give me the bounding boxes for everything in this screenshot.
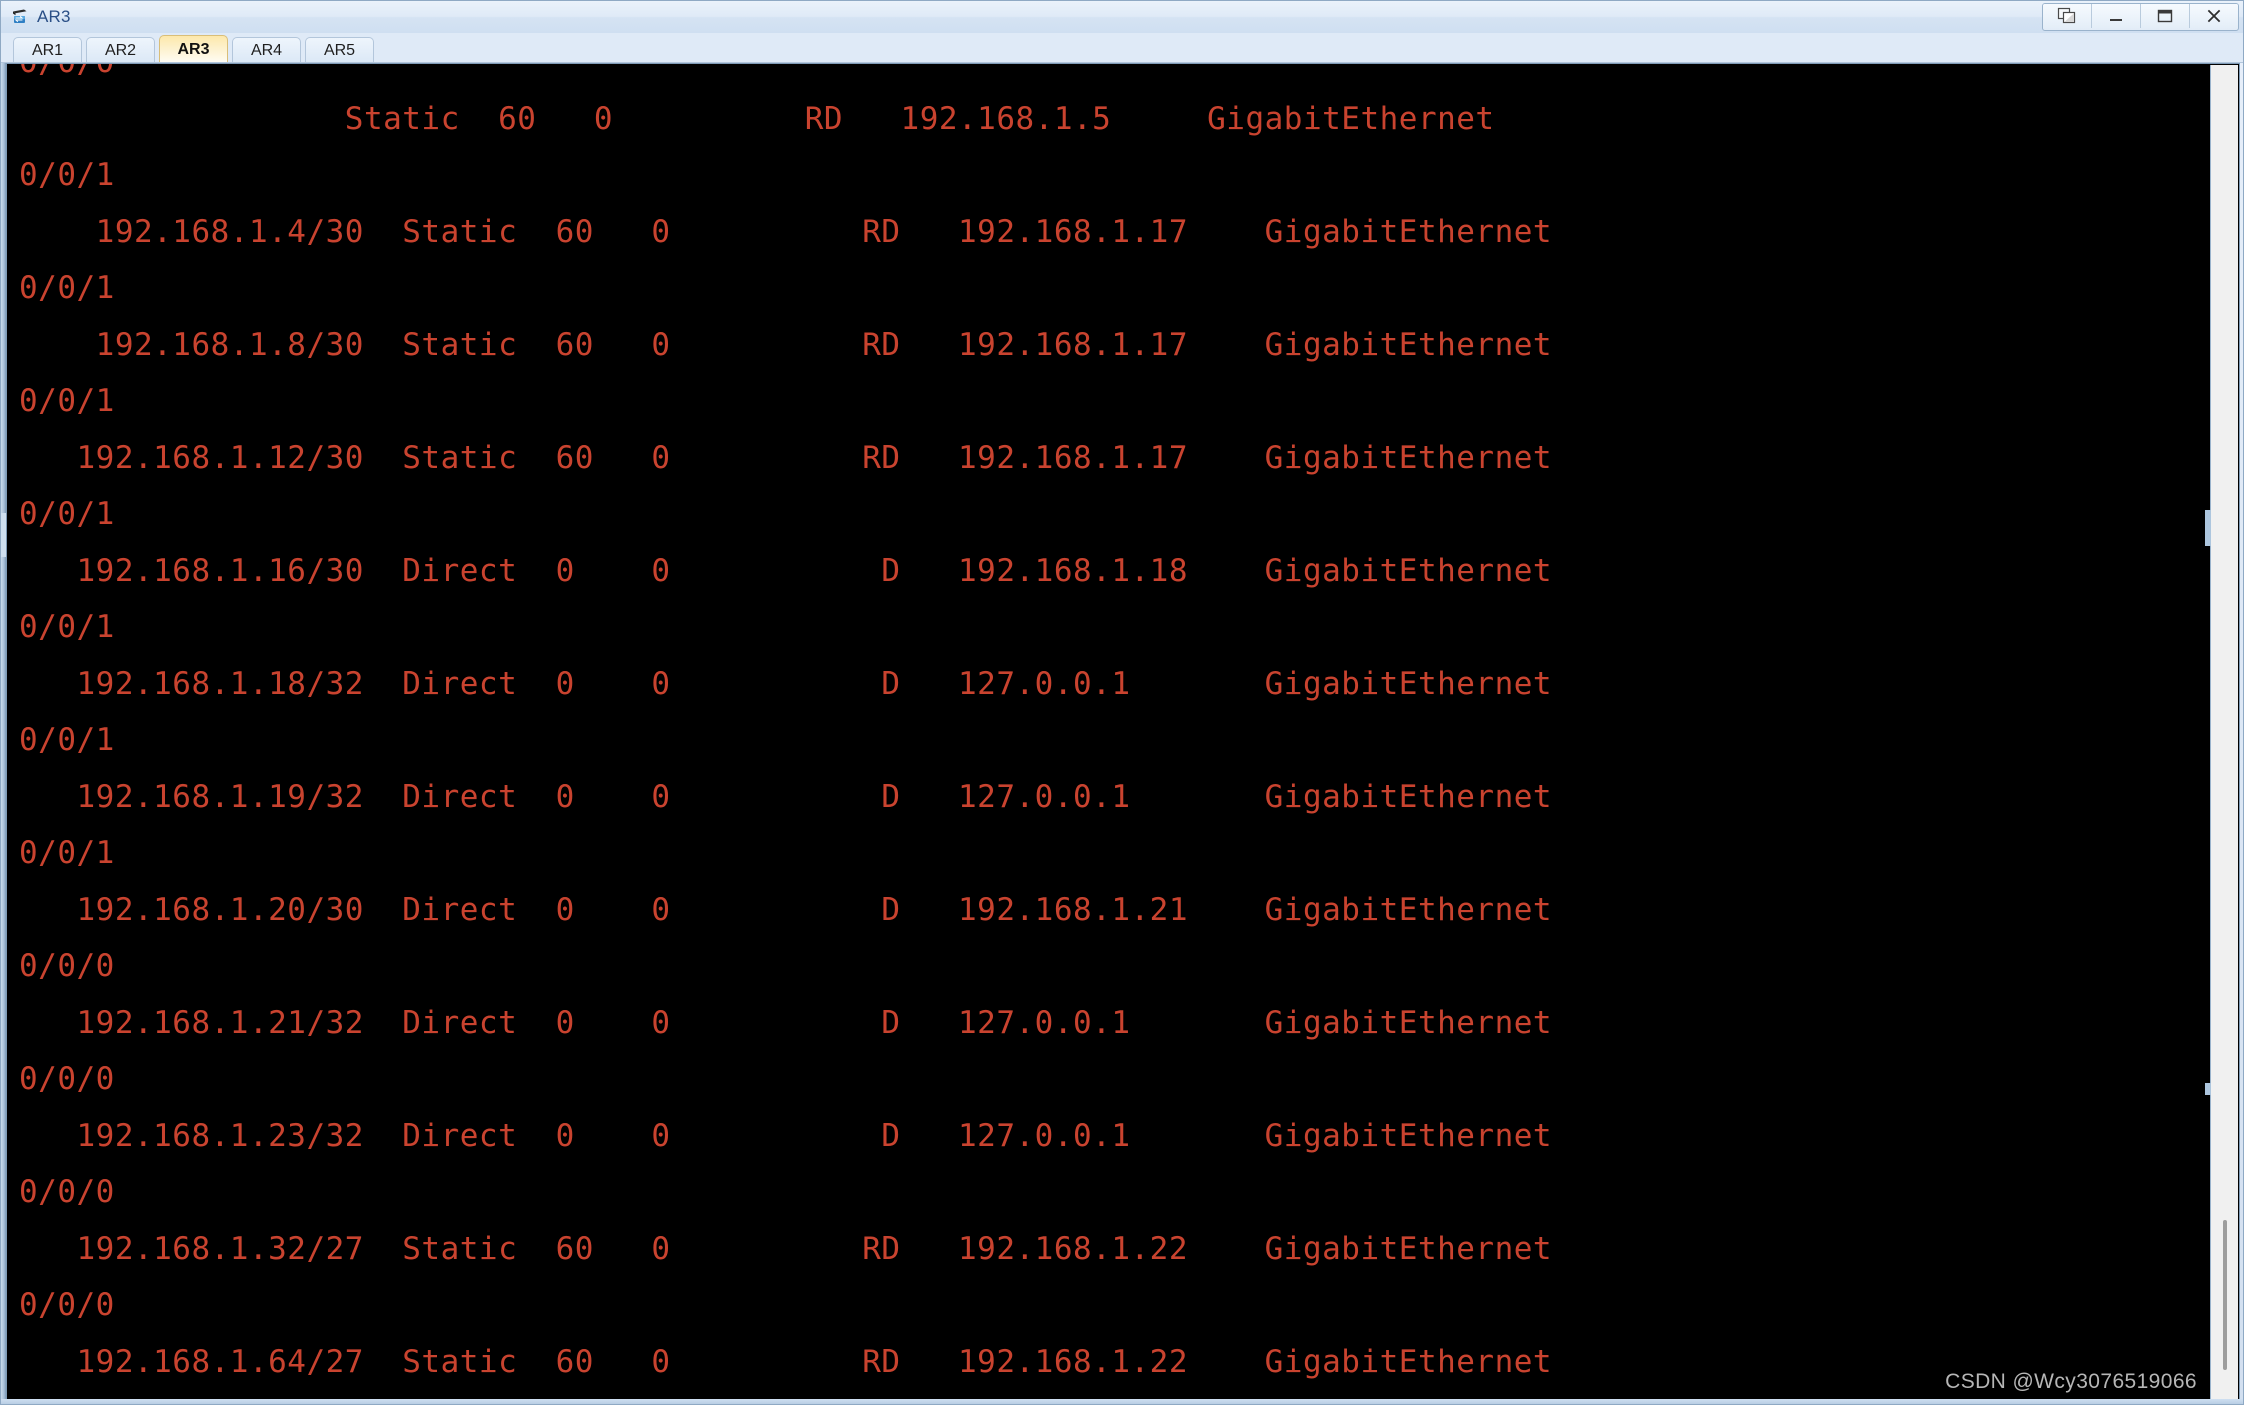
minimize-button[interactable] <box>2092 4 2141 28</box>
console-frame: 0/0/0 Static 60 0 RD 192.168.1.5 Gigabit… <box>6 63 2240 1401</box>
close-button[interactable] <box>2190 4 2238 28</box>
router-icon <box>10 7 30 27</box>
device-tab-strip: AR1 AR2 AR3 AR4 AR5 <box>1 33 2243 63</box>
router-cli-window: AR3 AR1 AR2 AR3 AR4 AR5 Static 60 0 RD 1… <box>0 0 2244 1405</box>
tab-label: AR3 <box>177 40 210 58</box>
tab-label: AR2 <box>104 41 137 59</box>
window-controls <box>2042 3 2239 31</box>
tab-label: AR5 <box>323 41 356 59</box>
tab-label: AR4 <box>250 41 283 59</box>
tab-ar1[interactable]: AR1 <box>13 37 82 63</box>
scrollbar-track-mark-lower <box>2205 1083 2211 1095</box>
tab-ar3[interactable]: AR3 <box>159 35 228 63</box>
tab-ar5[interactable]: AR5 <box>305 37 374 63</box>
console-text: 0/0/0 Static 60 0 RD 192.168.1.5 Gigabit… <box>19 64 1553 1380</box>
device-tab-list: AR1 AR2 AR3 AR4 AR5 <box>1 33 2243 63</box>
cascade-windows-button[interactable] <box>2043 4 2092 28</box>
console-output-area[interactable]: 0/0/0 Static 60 0 RD 192.168.1.5 Gigabit… <box>7 64 2211 1400</box>
window-title: AR3 <box>37 7 71 26</box>
maximize-button[interactable] <box>2141 4 2190 28</box>
scrollbar-thumb[interactable] <box>2223 1220 2227 1370</box>
title-bar: AR3 <box>1 1 2243 33</box>
tab-ar4[interactable]: AR4 <box>232 37 301 63</box>
window-bottom-border <box>1 1399 2243 1404</box>
scrollbar-track-mark-upper <box>2205 510 2211 546</box>
tab-ar2[interactable]: AR2 <box>86 37 155 63</box>
tab-label: AR1 <box>31 41 64 59</box>
console-vertical-scrollbar[interactable] <box>2205 65 2238 1400</box>
title-bar-left: AR3 <box>1 7 71 27</box>
